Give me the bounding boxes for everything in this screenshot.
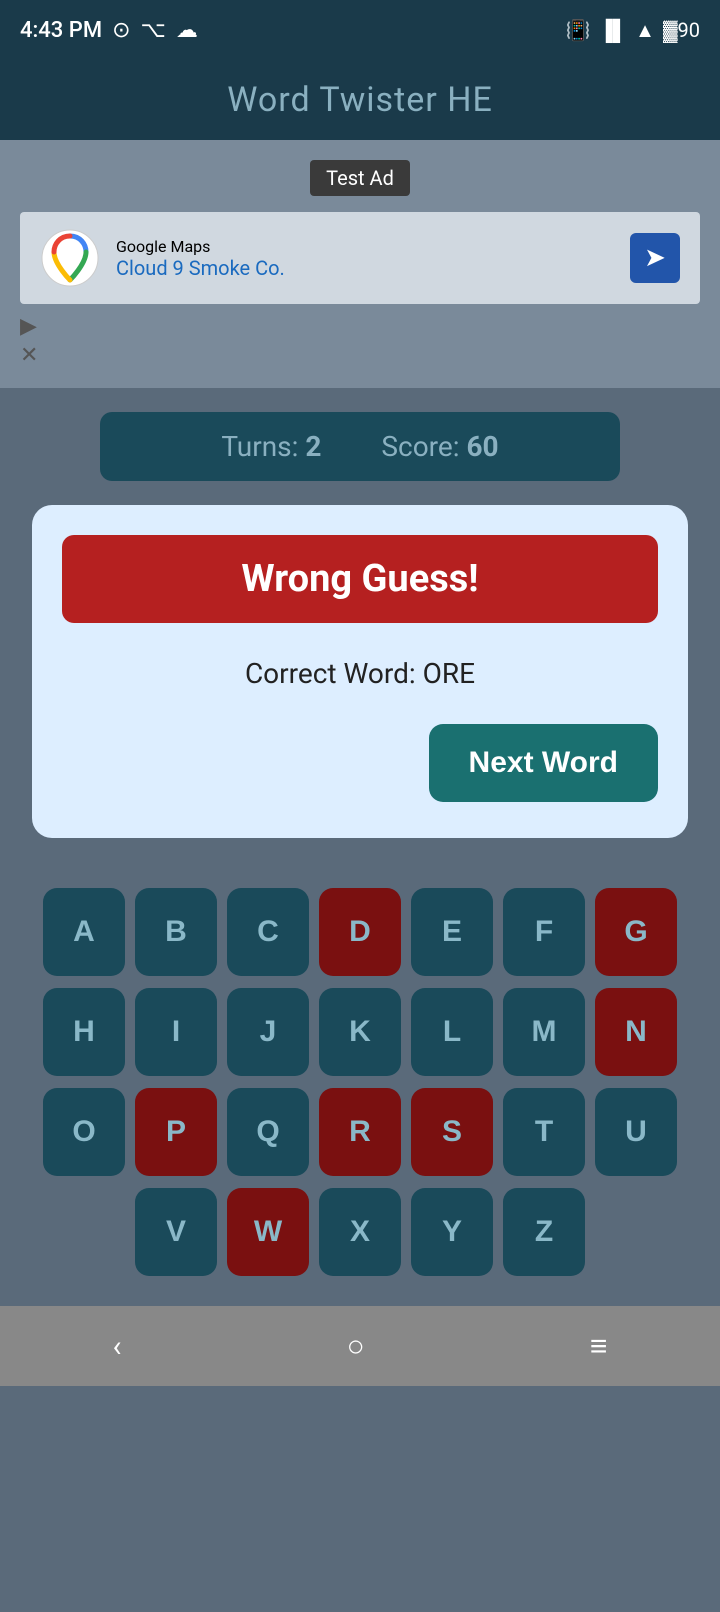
navigation-bar: ‹ ○ ≡ [0,1306,720,1386]
next-word-button[interactable]: Next Word [429,724,658,802]
wrong-guess-label: Wrong Guess! [241,557,478,601]
battery-icon: ▓90 [663,18,700,43]
key-e[interactable]: E [411,888,493,976]
google-maps-logo [40,228,100,288]
ad-arrow-icon[interactable]: ➤ [630,233,680,283]
keyboard-row: OPQRSTU [16,1088,704,1176]
keyboard-row: HIJKLMN [16,988,704,1076]
home-button[interactable]: ○ [347,1329,365,1364]
key-l[interactable]: L [411,988,493,1076]
wifi-icon: ▲ [635,18,655,43]
key-a[interactable]: A [43,888,125,976]
key-d[interactable]: D [319,888,401,976]
keyboard-area: ABCDEFG HIJKLMN OPQRSTU VWXYZ [0,868,720,1286]
key-t[interactable]: T [503,1088,585,1176]
next-word-row: Next Word [62,724,658,802]
cloud-icon: ☁ [176,18,198,43]
keyboard-row: VWXYZ [16,1188,704,1276]
key-v[interactable]: V [135,1188,217,1276]
usb-icon: ⌥ [141,18,166,43]
key-j[interactable]: J [227,988,309,1076]
status-left: 4:43 PM ⊙ ⌥ ☁ [20,18,198,43]
key-f[interactable]: F [503,888,585,976]
wrong-guess-banner: Wrong Guess! [62,535,658,623]
menu-button[interactable]: ≡ [590,1329,608,1364]
vibrate-icon: 📳 [566,18,591,42]
app-title: Word Twister HE [227,80,493,120]
keyboard-row: ABCDEFG [16,888,704,976]
key-w[interactable]: W [227,1188,309,1276]
time-display: 4:43 PM [20,18,102,43]
signal-icon: ▐▌ [599,18,627,43]
ad-banner: Test Ad Google Maps Cloud 9 Smoke Co. ➤ … [0,140,720,388]
ad-controls: ▶ ✕ [20,314,700,368]
key-x[interactable]: X [319,1188,401,1276]
key-y[interactable]: Y [411,1188,493,1276]
correct-word-display: Correct Word: ORE [62,647,658,700]
status-right: 📳 ▐▌ ▲ ▓90 [566,18,700,43]
key-g[interactable]: G [595,888,677,976]
key-u[interactable]: U [595,1088,677,1176]
turns-display: Turns: 2 [221,430,321,463]
app-header: Word Twister HE [0,60,720,140]
key-r[interactable]: R [319,1088,401,1176]
ad-text: Google Maps Cloud 9 Smoke Co. [116,237,285,280]
key-h[interactable]: H [43,988,125,1076]
key-i[interactable]: I [135,988,217,1076]
key-p[interactable]: P [135,1088,217,1176]
key-z[interactable]: Z [503,1188,585,1276]
score-display: Score: 60 [381,430,498,463]
ad-content[interactable]: Google Maps Cloud 9 Smoke Co. ➤ [20,212,700,304]
key-s[interactable]: S [411,1088,493,1176]
ad-close-icon[interactable]: ✕ [20,343,700,368]
result-modal: Wrong Guess! Correct Word: ORE Next Word [32,505,688,838]
ad-left: Google Maps Cloud 9 Smoke Co. [40,228,285,288]
ad-subtitle: Cloud 9 Smoke Co. [116,256,285,280]
ad-company-name: Google Maps [116,237,285,256]
ad-label: Test Ad [310,160,410,196]
key-n[interactable]: N [595,988,677,1076]
key-k[interactable]: K [319,988,401,1076]
ad-play-icon[interactable]: ▶ [20,314,700,339]
key-m[interactable]: M [503,988,585,1076]
score-bar: Turns: 2 Score: 60 [100,412,620,481]
back-button[interactable]: ‹ [113,1329,122,1364]
whatsapp-icon: ⊙ [112,18,130,43]
key-c[interactable]: C [227,888,309,976]
key-b[interactable]: B [135,888,217,976]
status-bar: 4:43 PM ⊙ ⌥ ☁ 📳 ▐▌ ▲ ▓90 [0,0,720,60]
key-q[interactable]: Q [227,1088,309,1176]
key-o[interactable]: O [43,1088,125,1176]
